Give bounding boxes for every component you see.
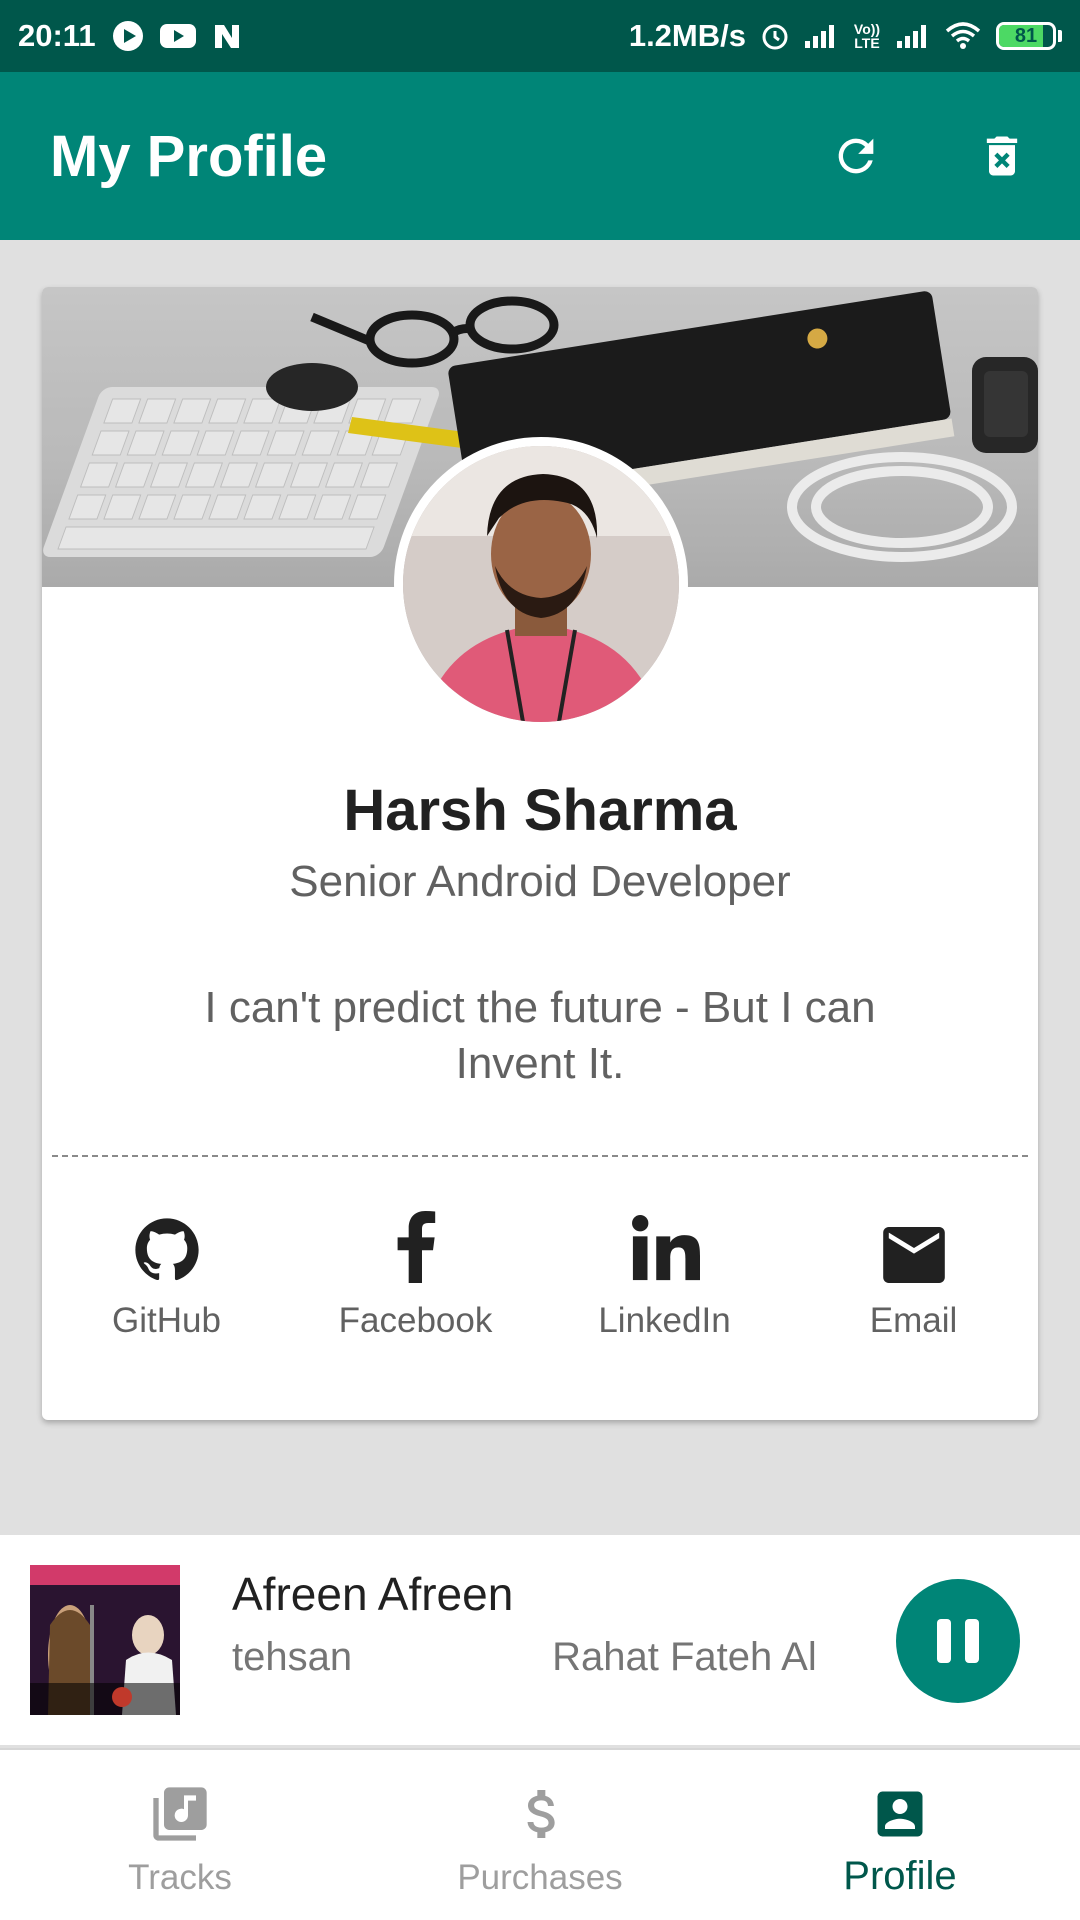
network-speed: 1.2MB/s bbox=[628, 18, 746, 53]
profile-card: Harsh Sharma Senior Android Developer I … bbox=[42, 287, 1038, 1420]
n-notification-icon bbox=[212, 22, 242, 50]
pause-icon bbox=[937, 1619, 951, 1663]
bottom-navigation: Tracks Purchases Profile bbox=[0, 1748, 1080, 1920]
email-link[interactable]: Email bbox=[789, 1187, 1038, 1341]
profile-quote: I can't predict the future - But I can I… bbox=[204, 983, 876, 1088]
facebook-label: Facebook bbox=[338, 1301, 493, 1340]
linkedin-label: LinkedIn bbox=[598, 1301, 731, 1340]
volte-icon: Vo)) LTE bbox=[852, 22, 882, 50]
github-icon bbox=[134, 1218, 199, 1281]
signal-icon bbox=[804, 23, 838, 49]
email-icon bbox=[882, 1227, 945, 1283]
album-art bbox=[30, 1565, 180, 1715]
github-link[interactable]: GitHub bbox=[42, 1187, 291, 1341]
music-library-icon bbox=[153, 1787, 207, 1841]
github-label: GitHub bbox=[112, 1301, 221, 1340]
artist-segment-2: Rahat Fateh Al bbox=[552, 1635, 817, 1679]
artist-segment-1: tehsan bbox=[232, 1635, 353, 1679]
battery-icon: 81 bbox=[996, 22, 1062, 50]
dollar-icon bbox=[527, 1790, 555, 1838]
status-bar: 20:11 1.2MB/s Vo)) LTE 81 bbox=[0, 0, 1080, 72]
nav-tracks-label: Tracks bbox=[128, 1858, 232, 1897]
profile-avatar bbox=[394, 437, 688, 731]
track-artist: tehsan Rahat Fateh Al bbox=[232, 1635, 828, 1685]
play-notification-icon bbox=[112, 20, 144, 52]
facebook-link[interactable]: Facebook bbox=[291, 1187, 540, 1341]
nav-tracks[interactable]: Tracks bbox=[0, 1750, 360, 1920]
pause-button[interactable] bbox=[896, 1579, 1020, 1703]
facebook-icon bbox=[397, 1211, 435, 1283]
delete-button[interactable] bbox=[974, 128, 1030, 184]
nav-profile-label: Profile bbox=[843, 1854, 957, 1898]
refresh-button[interactable] bbox=[828, 128, 884, 184]
linkedin-link[interactable]: LinkedIn bbox=[540, 1187, 789, 1341]
delete-icon bbox=[986, 136, 1018, 176]
social-links: GitHub Facebook LinkedIn Email bbox=[42, 1187, 1038, 1341]
track-title: Afreen Afreen bbox=[232, 1568, 514, 1620]
alarm-icon bbox=[760, 21, 790, 51]
mini-player[interactable]: Afreen Afreen tehsan Rahat Fateh Al bbox=[0, 1535, 1080, 1745]
wifi-icon bbox=[944, 21, 982, 51]
volte-label: Vo)) LTE bbox=[853, 21, 881, 51]
nav-purchases[interactable]: Purchases bbox=[360, 1750, 720, 1920]
linkedin-icon bbox=[631, 1215, 700, 1281]
refresh-icon bbox=[838, 138, 874, 174]
profile-name: Harsh Sharma bbox=[343, 778, 737, 843]
youtube-notification-icon bbox=[159, 22, 196, 50]
nav-profile[interactable]: Profile bbox=[720, 1750, 1080, 1920]
nav-purchases-label: Purchases bbox=[457, 1858, 623, 1897]
profile-role: Senior Android Developer bbox=[289, 857, 791, 906]
account-box-icon bbox=[877, 1791, 923, 1837]
email-label: Email bbox=[869, 1301, 958, 1340]
battery-percent: 81 bbox=[1014, 24, 1038, 47]
status-time: 20:11 bbox=[18, 18, 96, 53]
dashed-divider bbox=[52, 1155, 1028, 1157]
app-bar: My Profile bbox=[0, 72, 1080, 240]
signal-icon-2 bbox=[896, 23, 930, 49]
page-title: My Profile bbox=[50, 123, 328, 189]
